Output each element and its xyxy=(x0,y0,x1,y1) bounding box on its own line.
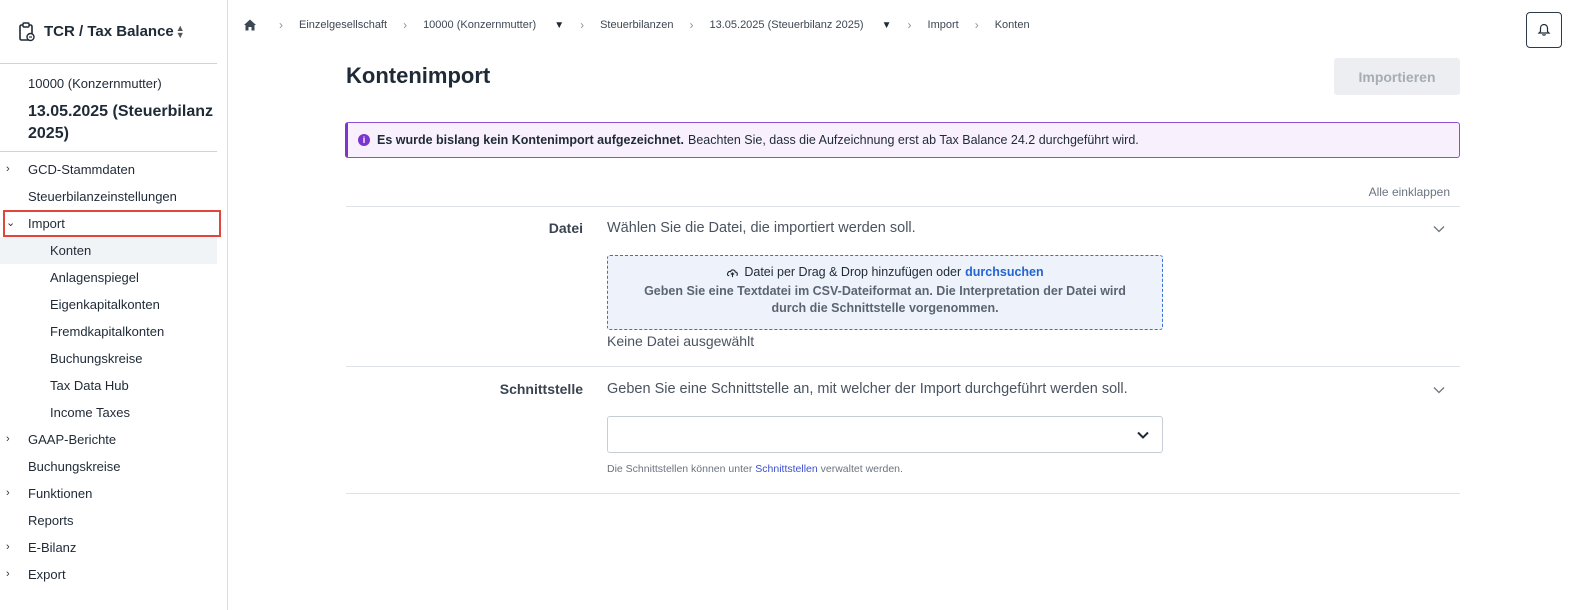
divider xyxy=(346,493,1460,494)
info-alert: i Es wurde bislang kein Kontenimport auf… xyxy=(345,122,1460,158)
chevron-right-icon: › xyxy=(6,541,10,553)
sidebar-item-buchungskreise[interactable]: Buchungskreise xyxy=(0,453,227,480)
sidebar-item-reports[interactable]: Reports xyxy=(0,507,227,534)
chevron-down-icon xyxy=(1137,431,1149,439)
home-icon[interactable] xyxy=(243,18,257,32)
chevron-right-icon: › xyxy=(6,568,10,580)
sidebar-item-label: Funktionen xyxy=(28,486,93,501)
interface-section-description: Geben Sie eine Schnittstelle an, mit wel… xyxy=(607,381,1128,397)
interface-section-label: Schnittstelle xyxy=(499,381,583,397)
sidebar-subitem-eigenkapital[interactable]: Eigenkapitalkonten xyxy=(0,291,227,318)
breadcrumb-steuer[interactable]: Steuerbilanzen xyxy=(600,19,673,31)
chevron-right-icon: › xyxy=(403,18,408,32)
sidebar-item-import[interactable]: ⌄ Import xyxy=(3,210,221,237)
chevron-right-icon: › xyxy=(974,18,979,32)
sidebar-item-label: GAAP-Berichte xyxy=(28,432,117,447)
caret-down-icon[interactable]: ▼ xyxy=(554,20,564,31)
import-button[interactable]: Importieren xyxy=(1334,58,1460,95)
sidebar-item-label: GCD-Stammdaten xyxy=(28,162,135,177)
app-title: TCR / Tax Balance xyxy=(44,23,174,40)
dropzone-text: Datei per Drag & Drop hinzufügen oder xyxy=(744,265,962,279)
upload-icon xyxy=(727,268,739,277)
info-icon: i xyxy=(358,134,370,146)
breadcrumb-konten: Konten xyxy=(994,19,1030,31)
chevron-right-icon: › xyxy=(6,487,10,499)
sidebar-subitem-buchungskreise[interactable]: Buchungskreise xyxy=(0,345,227,372)
interfaces-link[interactable]: Schnittstellen xyxy=(755,463,817,475)
breadcrumb: › Einzelgesellschaft › 10000 (Konzernmut… xyxy=(243,18,1030,32)
sidebar: TCR / Tax Balance ▲ ▼ 10000 (Konzernmutte… xyxy=(0,0,228,610)
chevron-right-icon: › xyxy=(6,163,10,175)
sidebar-nav: › GCD-Stammdaten Steuerbilanzeinstellunge… xyxy=(0,152,227,588)
sidebar-subitem-anlagenspiegel[interactable]: Anlagenspiegel xyxy=(0,264,227,291)
chevron-right-icon: › xyxy=(279,18,283,32)
page-title: Kontenimport xyxy=(346,63,491,88)
dropzone-hint: Geben Sie eine Textdatei im CSV-Dateifor… xyxy=(644,284,1126,315)
chevron-right-icon: › xyxy=(689,18,694,32)
sidebar-subitem-income-taxes[interactable]: Income Taxes xyxy=(0,399,227,426)
notification-button[interactable] xyxy=(1526,12,1562,48)
no-file-label: Keine Datei ausgewählt xyxy=(607,333,755,349)
hint-suffix: verwaltet werden. xyxy=(820,463,903,475)
chevron-right-icon: › xyxy=(907,18,912,32)
file-section-label: Datei xyxy=(548,220,583,236)
sidebar-item-funktionen[interactable]: › Funktionen xyxy=(0,480,227,507)
chevron-down-icon: ⌄ xyxy=(6,217,16,229)
dropzone-prompt: Datei per Drag & Drop hinzufügen oder du… xyxy=(608,265,1162,279)
sidebar-item-export[interactable]: › Export xyxy=(0,561,227,588)
sidebar-subitem-konten[interactable]: Konten xyxy=(0,237,217,264)
interface-hint: Die Schnittstellen können unter Schnitts… xyxy=(607,463,903,475)
breadcrumb-company[interactable]: 10000 (Konzernmutter) xyxy=(423,19,536,31)
chevron-down-icon[interactable] xyxy=(1432,383,1446,397)
alert-title: Es wurde bislang kein Kontenimport aufge… xyxy=(377,133,684,147)
divider xyxy=(346,366,1460,367)
sidebar-subitem-tax-data-hub[interactable]: Tax Data Hub xyxy=(0,372,227,399)
sort-icon[interactable]: ▲ ▼ xyxy=(176,23,185,39)
sidebar-item-gcd[interactable]: › GCD-Stammdaten xyxy=(0,156,227,183)
sidebar-item-label: Export xyxy=(28,567,66,582)
breadcrumb-einzel[interactable]: Einzelgesellschaft xyxy=(299,19,387,31)
divider xyxy=(346,206,1460,207)
chevron-down-icon[interactable] xyxy=(1432,222,1446,236)
breadcrumb-balance[interactable]: 13.05.2025 (Steuerbilanz 2025) xyxy=(709,19,863,31)
chevron-right-icon: › xyxy=(580,18,585,32)
alert-text: Beachten Sie, dass die Aufzeichnung erst… xyxy=(688,133,1139,147)
context-company[interactable]: 10000 (Konzernmutter) xyxy=(0,64,227,91)
sidebar-item-label: Buchungskreise xyxy=(28,459,121,474)
topbar: › Einzelgesellschaft › 10000 (Konzernmut… xyxy=(229,0,1584,54)
clipboard-icon xyxy=(19,21,35,41)
file-dropzone[interactable]: Datei per Drag & Drop hinzufügen oder du… xyxy=(607,255,1163,330)
interface-select[interactable] xyxy=(607,416,1163,453)
chevron-right-icon: › xyxy=(6,433,10,445)
sidebar-item-gaap[interactable]: › GAAP-Berichte xyxy=(0,426,227,453)
breadcrumb-import[interactable]: Import xyxy=(928,19,959,31)
collapse-all-link[interactable]: Alle einklappen xyxy=(1369,185,1450,199)
sidebar-item-steuer[interactable]: Steuerbilanzeinstellungen xyxy=(0,183,227,210)
sidebar-subitem-fremdkapital[interactable]: Fremdkapitalkonten xyxy=(0,318,227,345)
app-header[interactable]: TCR / Tax Balance ▲ ▼ xyxy=(0,0,217,64)
sidebar-item-label: Reports xyxy=(28,513,74,528)
caret-down-icon[interactable]: ▼ xyxy=(882,20,892,31)
sidebar-item-label: E-Bilanz xyxy=(28,540,77,555)
sidebar-item-label: Steuerbilanzeinstellungen xyxy=(28,189,177,204)
hint-prefix: Die Schnittstellen können unter xyxy=(607,463,753,475)
browse-link[interactable]: durchsuchen xyxy=(965,265,1044,279)
context-balance[interactable]: 13.05.2025 (Steuerbilanz 2025) xyxy=(0,91,227,151)
sidebar-item-label: Import xyxy=(28,216,65,231)
bell-icon xyxy=(1537,23,1551,36)
file-section-description: Wählen Sie die Datei, die importiert wer… xyxy=(607,220,916,236)
sidebar-item-ebilanz[interactable]: › E-Bilanz xyxy=(0,534,227,561)
